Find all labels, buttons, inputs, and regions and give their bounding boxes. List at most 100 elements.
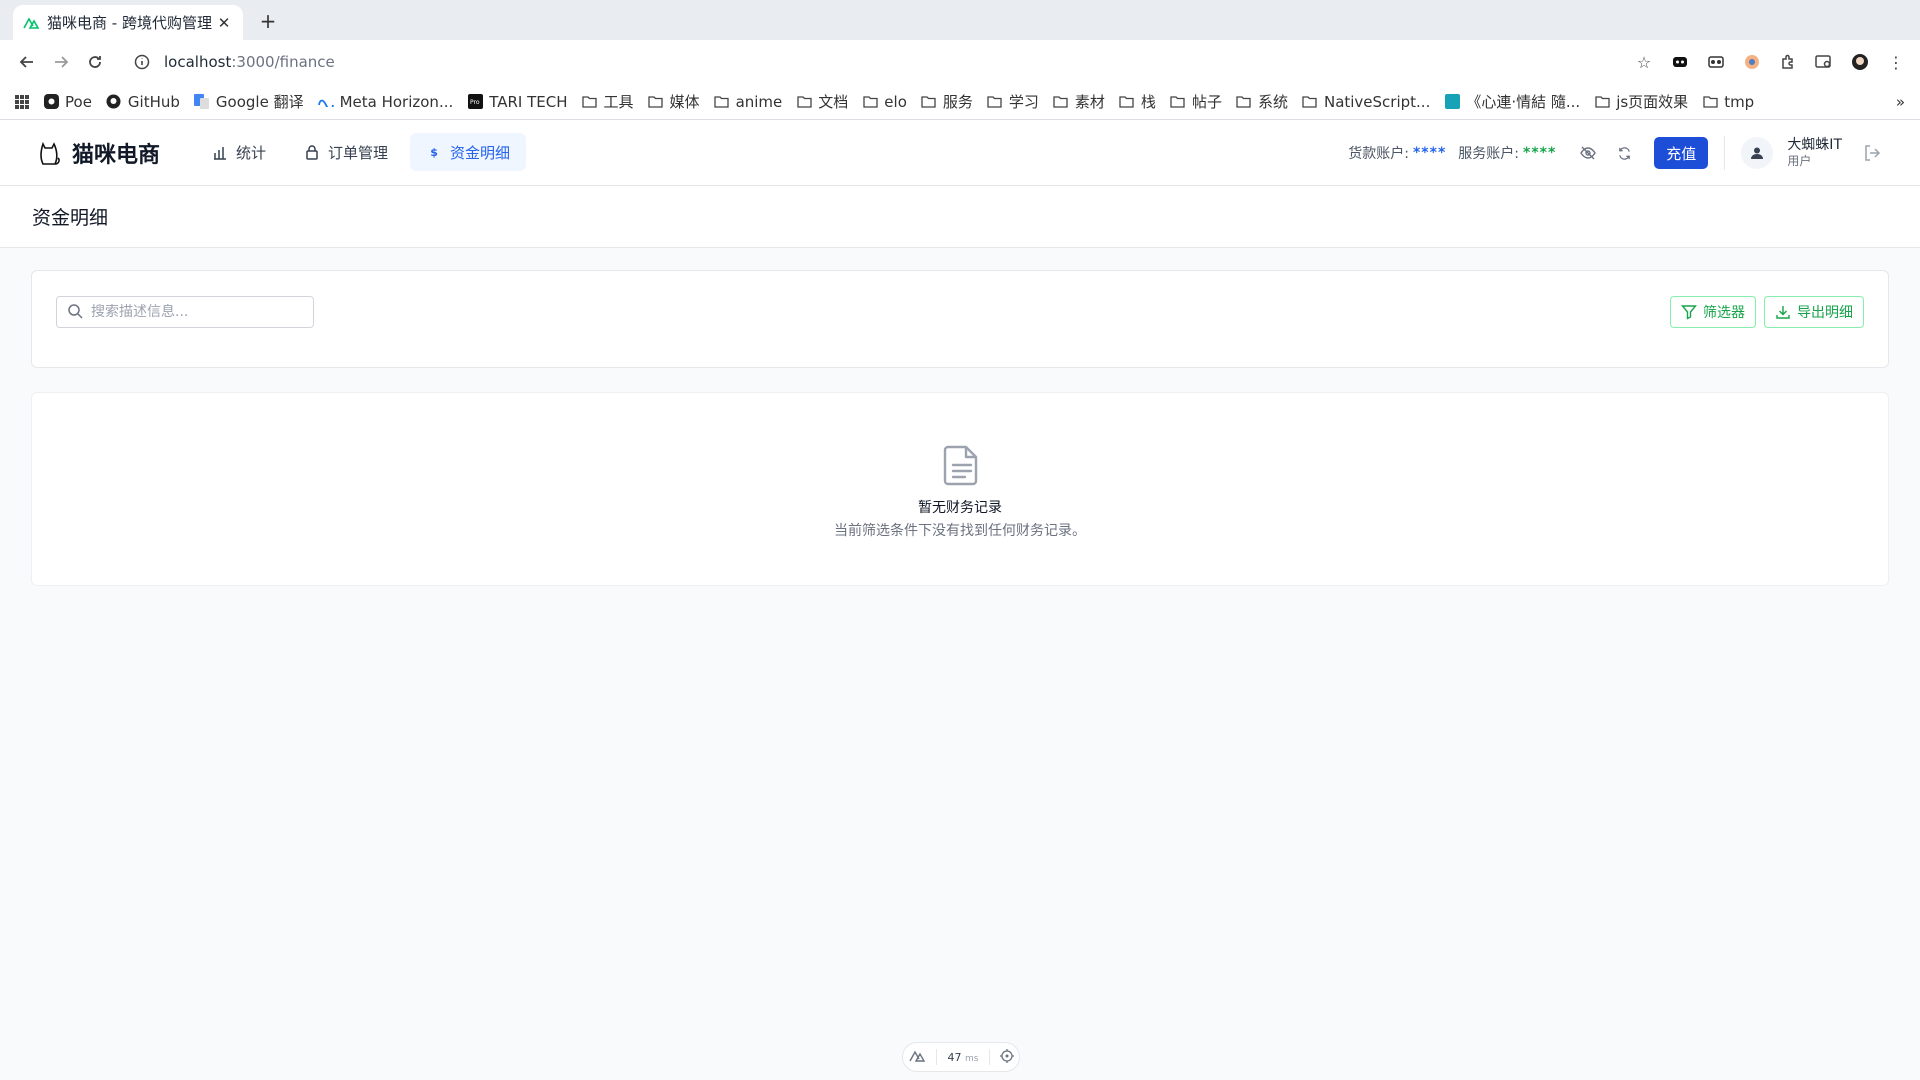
app-header: 猫咪电商 统计 订单管理 $ 资金明细 货款账户: **** 服务账户: ***…: [0, 120, 1920, 186]
tab-close-icon[interactable]: ✕: [215, 14, 233, 32]
export-button-label: 导出明细: [1797, 305, 1853, 321]
topup-button[interactable]: 充值: [1654, 137, 1709, 169]
profile-avatar-icon[interactable]: [1846, 45, 1874, 79]
search-box[interactable]: [56, 296, 314, 328]
devbar-separator: [936, 1049, 938, 1065]
bookmark-label: elo: [884, 92, 907, 111]
empty-state-card: 暂无财务记录 当前筛选条件下没有找到任何财务记录。: [31, 392, 1889, 586]
refresh-icon[interactable]: [1608, 137, 1640, 169]
bookmark-item[interactable]: anime: [707, 88, 790, 116]
bookmark-label: 学习: [1008, 93, 1039, 111]
nav-orders[interactable]: 订单管理: [288, 133, 404, 171]
bookmark-item[interactable]: 学习: [980, 88, 1046, 116]
tab-search-icon[interactable]: [1810, 45, 1838, 79]
nuxt-devtools-icon[interactable]: [908, 1050, 926, 1065]
bookmark-item[interactable]: Meta Horizon...: [311, 88, 461, 116]
folder-icon: [1170, 94, 1186, 110]
nuxt-favicon-icon: [23, 15, 39, 31]
extension-2-icon[interactable]: [1702, 45, 1730, 79]
url-path: :3000/finance: [231, 53, 335, 71]
folder-icon: [987, 94, 1003, 110]
bookmark-item[interactable]: 系统: [1229, 88, 1295, 116]
brand-name: 猫咪电商: [72, 143, 161, 168]
user-name: 大蜘蛛IT: [1787, 137, 1842, 153]
bookmark-label: js页面效果: [1616, 93, 1689, 111]
download-icon: [1775, 304, 1791, 320]
bookmark-item[interactable]: Google 翻译: [187, 88, 311, 116]
folder-icon: [796, 94, 812, 110]
logout-icon[interactable]: [1860, 141, 1884, 165]
browser-right-tools: ☆ ⋮: [1630, 45, 1910, 79]
bookmark-item[interactable]: Poe: [36, 88, 99, 116]
filter-button[interactable]: 筛选器: [1670, 296, 1756, 328]
bookmark-item[interactable]: 帖子: [1163, 88, 1229, 116]
user-info[interactable]: 大蜘蛛IT 用户: [1787, 137, 1842, 169]
folder-icon: [1053, 94, 1069, 110]
render-time-unit: ms: [965, 1053, 979, 1064]
poe-icon: [43, 94, 59, 110]
bookmark-item[interactable]: 媒体: [641, 88, 707, 116]
back-icon[interactable]: [10, 45, 44, 79]
document-icon: [943, 445, 978, 486]
bookmark-item[interactable]: tmp: [1695, 88, 1761, 116]
nav-finance[interactable]: $ 资金明细: [410, 133, 527, 171]
bookmark-item[interactable]: 素材: [1046, 88, 1112, 116]
search-input[interactable]: [91, 304, 291, 320]
tab-title: 猫咪电商 - 跨境代购管理: [47, 14, 212, 32]
google-translate-icon: [194, 94, 210, 110]
address-bar[interactable]: localhost:3000/finance: [124, 44, 1620, 80]
page-title: 资金明细: [32, 207, 109, 229]
export-button[interactable]: 导出明细: [1764, 296, 1864, 328]
empty-description: 当前筛选条件下没有找到任何财务记录。: [834, 523, 1086, 539]
bookmark-item[interactable]: 《心連·情結 隨...: [1437, 88, 1587, 116]
bookmark-label: 服务: [942, 93, 973, 111]
bookmark-item[interactable]: 服务: [914, 88, 980, 116]
eye-off-icon[interactable]: [1572, 137, 1604, 169]
bookmark-label: 帖子: [1191, 93, 1222, 111]
reload-icon[interactable]: [78, 45, 112, 79]
search-icon: [67, 303, 85, 321]
bookmark-star-icon[interactable]: ☆: [1630, 45, 1658, 79]
folder-icon: [648, 94, 664, 110]
extension-3-icon[interactable]: [1738, 45, 1766, 79]
folder-icon: [582, 94, 598, 110]
bookmark-label: Meta Horizon...: [339, 92, 454, 111]
site-info-icon[interactable]: [132, 52, 152, 72]
filter-funnel-icon: [1681, 304, 1697, 320]
folder-icon: [1236, 94, 1252, 110]
extensions-puzzle-icon[interactable]: [1774, 45, 1802, 79]
lock-icon: [304, 144, 320, 160]
browser-tab[interactable]: 猫咪电商 - 跨境代购管理 ✕: [13, 5, 243, 40]
extension-1-icon[interactable]: [1666, 45, 1694, 79]
bookmark-item[interactable]: Pro TARI TECH: [460, 88, 574, 116]
dev-toolbar[interactable]: 47 ms: [902, 1042, 1020, 1072]
nav-finance-label: 资金明细: [450, 143, 511, 162]
card-actions: 筛选器 导出明细: [1670, 296, 1864, 328]
bookmark-item[interactable]: 文档: [789, 88, 855, 116]
new-tab-button[interactable]: +: [255, 8, 281, 34]
bookmark-item[interactable]: elo: [855, 88, 914, 116]
bookmarks-overflow-button[interactable]: »: [1889, 88, 1912, 116]
folder-icon: [1702, 94, 1718, 110]
bookmark-item[interactable]: NativeScript...: [1295, 88, 1437, 116]
apps-grid-icon[interactable]: [8, 88, 36, 116]
bar-chart-icon: [212, 144, 228, 160]
nav-stats[interactable]: 统计: [196, 133, 282, 171]
payment-account: 货款账户: ****: [1348, 143, 1446, 163]
payment-account-label: 货款账户:: [1348, 146, 1409, 162]
browser-menu-icon[interactable]: ⋮: [1882, 45, 1910, 79]
bookmark-item[interactable]: 栈: [1112, 88, 1163, 116]
brand[interactable]: 猫咪电商: [36, 137, 160, 169]
bookmark-item[interactable]: GitHub: [99, 88, 187, 116]
dollar-icon: $: [430, 145, 438, 159]
bookmarks-bar: Poe GitHub Google 翻译 Meta Horizon... Pro TARI…: [0, 84, 1920, 120]
bookmark-item[interactable]: js页面效果: [1587, 88, 1695, 116]
page-titlebar: 资金明细: [0, 186, 1920, 248]
user-avatar[interactable]: [1741, 137, 1774, 169]
github-icon: [106, 94, 122, 110]
forward-icon[interactable]: [44, 45, 78, 79]
inspect-target-icon[interactable]: [999, 1048, 1014, 1066]
bookmark-label: 工具: [603, 93, 634, 111]
bookmark-label: 《心連·情結 隨...: [1466, 93, 1581, 111]
bookmark-item[interactable]: 工具: [575, 88, 641, 116]
